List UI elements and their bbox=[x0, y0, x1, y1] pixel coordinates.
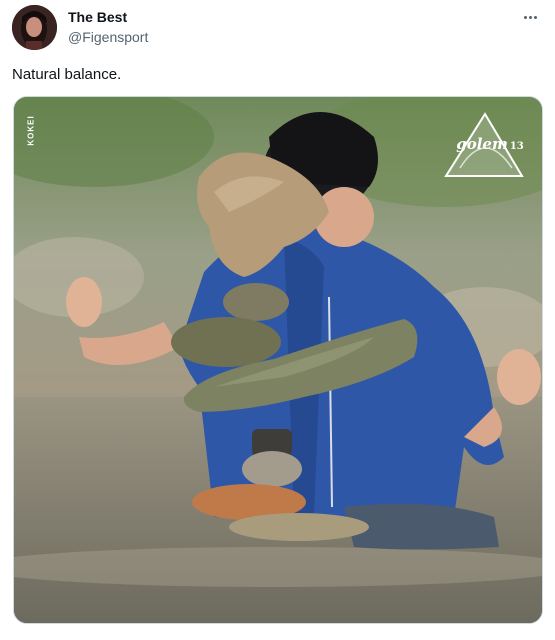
logo-text-main: golem bbox=[456, 135, 508, 153]
avatar[interactable] bbox=[12, 5, 57, 50]
logo-text: golem 13 bbox=[455, 135, 525, 153]
more-horizontal-icon[interactable] bbox=[515, 7, 545, 27]
author-display-name[interactable]: The Best bbox=[68, 9, 127, 25]
side-watermark-text: KOKEI bbox=[26, 114, 36, 146]
tweet-text: Natural balance. bbox=[12, 66, 122, 83]
side-watermark: KOKEI bbox=[24, 110, 38, 150]
logo-text-sub: 13 bbox=[509, 141, 524, 152]
author-handle[interactable]: @Figensport bbox=[68, 29, 148, 45]
